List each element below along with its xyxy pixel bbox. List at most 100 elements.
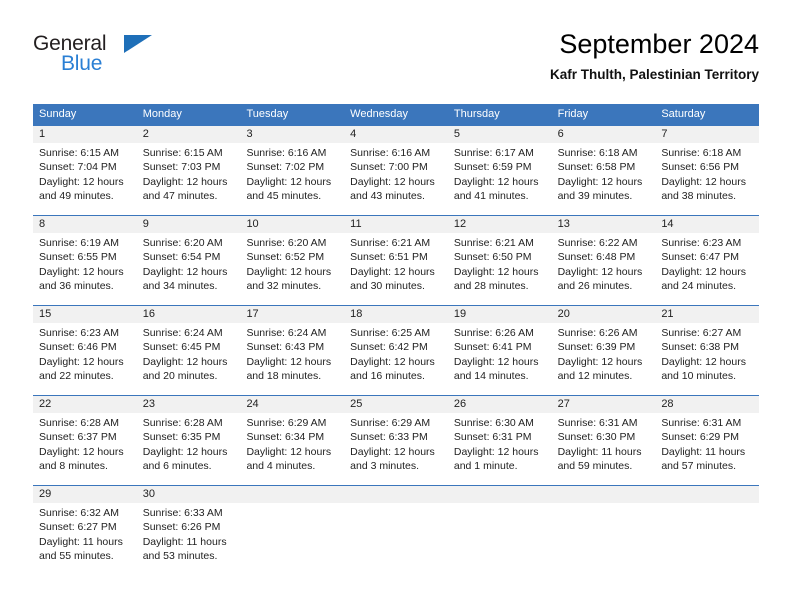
daylight-text: Daylight: 12 hours xyxy=(142,445,228,458)
day-number: 24 xyxy=(246,398,259,410)
sunset-text: Sunset: 6:34 PM xyxy=(246,431,325,444)
day-cell[interactable]: Sunrise: 6:23 AM Sunset: 6:46 PM Dayligh… xyxy=(33,323,137,395)
day-cell[interactable]: Sunrise: 6:26 AM Sunset: 6:39 PM Dayligh… xyxy=(552,323,656,395)
day-cell-empty xyxy=(344,503,448,575)
sunset-text: Sunset: 6:26 PM xyxy=(142,521,221,534)
weekday-header-friday: Friday xyxy=(557,108,589,120)
day-cell-empty xyxy=(240,503,344,575)
sunset-text: Sunset: 6:45 PM xyxy=(142,341,221,354)
sunrise-text: Sunrise: 6:25 AM xyxy=(350,327,431,339)
daylight-text: Daylight: 12 hours xyxy=(39,355,124,368)
day-cell[interactable]: Sunrise: 6:33 AM Sunset: 6:26 PM Dayligh… xyxy=(137,503,241,575)
sunrise-text: Sunrise: 6:28 AM xyxy=(39,417,119,429)
sunset-text: Sunset: 6:52 PM xyxy=(246,251,325,264)
calendar-week-row: 1 2 3 4 5 6 7 Sunrise: 6:15 AM Sunset: 7… xyxy=(33,125,759,215)
day-cell[interactable]: Sunrise: 6:22 AM Sunset: 6:48 PM Dayligh… xyxy=(552,233,656,305)
daylight-text-cont: and 24 minutes. xyxy=(661,279,737,292)
day-cell[interactable]: Sunrise: 6:18 AM Sunset: 6:56 PM Dayligh… xyxy=(655,143,759,215)
week-detail-band: Sunrise: 6:23 AM Sunset: 6:46 PM Dayligh… xyxy=(33,323,759,395)
week-detail-band: Sunrise: 6:28 AM Sunset: 6:37 PM Dayligh… xyxy=(33,413,759,485)
weekday-header-wednesday: Wednesday xyxy=(350,108,409,120)
daylight-text: Daylight: 12 hours xyxy=(142,175,228,188)
daylight-text: Daylight: 12 hours xyxy=(39,265,124,278)
daylight-text-cont: and 57 minutes. xyxy=(661,459,737,472)
day-cell[interactable]: Sunrise: 6:32 AM Sunset: 6:27 PM Dayligh… xyxy=(33,503,137,575)
day-cell[interactable]: Sunrise: 6:31 AM Sunset: 6:29 PM Dayligh… xyxy=(655,413,759,485)
day-cell[interactable]: Sunrise: 6:21 AM Sunset: 6:51 PM Dayligh… xyxy=(344,233,448,305)
day-number: 19 xyxy=(453,308,467,320)
day-cell[interactable]: Sunrise: 6:24 AM Sunset: 6:43 PM Dayligh… xyxy=(240,323,344,395)
day-number: 27 xyxy=(557,398,570,410)
day-number: 13 xyxy=(557,218,570,230)
day-cell[interactable]: Sunrise: 6:27 AM Sunset: 6:38 PM Dayligh… xyxy=(655,323,759,395)
sunset-text: Sunset: 6:29 PM xyxy=(661,431,739,444)
day-number xyxy=(344,486,448,503)
sunset-text: Sunset: 6:38 PM xyxy=(661,341,739,354)
daylight-text-cont: and 49 minutes. xyxy=(39,189,114,202)
sunset-text: Sunset: 6:42 PM xyxy=(350,341,428,354)
general-blue-logo: General Blue xyxy=(33,32,203,82)
daylight-text: Daylight: 11 hours xyxy=(557,445,642,458)
sunrise-text: Sunrise: 6:19 AM xyxy=(39,237,119,249)
week-detail-band: Sunrise: 6:19 AM Sunset: 6:55 PM Dayligh… xyxy=(33,233,759,305)
daylight-text-cont: and 4 minutes. xyxy=(246,459,316,472)
daylight-text: Daylight: 12 hours xyxy=(453,355,539,368)
sunset-text: Sunset: 6:46 PM xyxy=(39,341,117,354)
day-cell[interactable]: Sunrise: 6:19 AM Sunset: 6:55 PM Dayligh… xyxy=(33,233,137,305)
page-title: September 2024 xyxy=(559,29,759,59)
sunrise-text: Sunrise: 6:15 AM xyxy=(39,147,119,159)
day-number: 22 xyxy=(39,398,52,410)
daylight-text-cont: and 32 minutes. xyxy=(246,279,322,292)
day-cell[interactable]: Sunrise: 6:28 AM Sunset: 6:35 PM Dayligh… xyxy=(137,413,241,485)
daylight-text-cont: and 1 minute. xyxy=(453,459,518,472)
daylight-text-cont: and 26 minutes. xyxy=(557,279,633,292)
weekday-header-tuesday: Tuesday xyxy=(246,108,289,120)
day-cell[interactable]: Sunrise: 6:31 AM Sunset: 6:30 PM Dayligh… xyxy=(552,413,656,485)
daylight-text-cont: and 14 minutes. xyxy=(453,369,529,382)
day-number: 9 xyxy=(142,218,149,230)
day-cell[interactable]: Sunrise: 6:24 AM Sunset: 6:45 PM Dayligh… xyxy=(137,323,241,395)
day-cell[interactable]: Sunrise: 6:21 AM Sunset: 6:50 PM Dayligh… xyxy=(448,233,552,305)
day-cell[interactable]: Sunrise: 6:29 AM Sunset: 6:33 PM Dayligh… xyxy=(344,413,448,485)
sunrise-text: Sunrise: 6:22 AM xyxy=(557,237,638,249)
week-detail-band: Sunrise: 6:32 AM Sunset: 6:27 PM Dayligh… xyxy=(33,503,759,575)
sunrise-text: Sunrise: 6:20 AM xyxy=(246,237,327,249)
sunset-text: Sunset: 7:02 PM xyxy=(246,161,325,174)
day-cell[interactable]: Sunrise: 6:15 AM Sunset: 7:04 PM Dayligh… xyxy=(33,143,137,215)
sunset-text: Sunset: 6:37 PM xyxy=(39,431,117,444)
daylight-text: Daylight: 12 hours xyxy=(350,175,435,188)
day-number: 18 xyxy=(350,308,363,320)
day-number xyxy=(655,486,759,503)
day-number: 12 xyxy=(453,218,467,230)
page-header: General Blue September 2024 Kafr Thulth,… xyxy=(33,28,759,98)
day-cell[interactable]: Sunrise: 6:26 AM Sunset: 6:41 PM Dayligh… xyxy=(448,323,552,395)
daylight-text-cont: and 10 minutes. xyxy=(661,369,737,382)
day-number: 21 xyxy=(661,308,674,320)
week-daynumber-band: 15 16 17 18 19 20 21 xyxy=(33,306,759,323)
sunset-text: Sunset: 6:59 PM xyxy=(453,161,532,174)
day-cell[interactable]: Sunrise: 6:20 AM Sunset: 6:54 PM Dayligh… xyxy=(137,233,241,305)
sunrise-text: Sunrise: 6:26 AM xyxy=(453,327,534,339)
sunrise-text: Sunrise: 6:31 AM xyxy=(557,417,638,429)
day-number: 26 xyxy=(453,398,467,410)
day-cell[interactable]: Sunrise: 6:16 AM Sunset: 7:02 PM Dayligh… xyxy=(240,143,344,215)
sunrise-text: Sunrise: 6:26 AM xyxy=(557,327,638,339)
day-cell[interactable]: Sunrise: 6:25 AM Sunset: 6:42 PM Dayligh… xyxy=(344,323,448,395)
day-cell[interactable]: Sunrise: 6:17 AM Sunset: 6:59 PM Dayligh… xyxy=(448,143,552,215)
day-cell[interactable]: Sunrise: 6:18 AM Sunset: 6:58 PM Dayligh… xyxy=(552,143,656,215)
day-number: 17 xyxy=(246,308,259,320)
day-cell[interactable]: Sunrise: 6:16 AM Sunset: 7:00 PM Dayligh… xyxy=(344,143,448,215)
day-cell[interactable]: Sunrise: 6:20 AM Sunset: 6:52 PM Dayligh… xyxy=(240,233,344,305)
day-cell[interactable]: Sunrise: 6:30 AM Sunset: 6:31 PM Dayligh… xyxy=(448,413,552,485)
day-number: 15 xyxy=(39,308,52,320)
sunrise-text: Sunrise: 6:16 AM xyxy=(246,147,327,159)
calendar-grid: Sunday Monday Tuesday Wednesday Thursday… xyxy=(33,104,759,575)
sunrise-text: Sunrise: 6:23 AM xyxy=(39,327,119,339)
day-cell[interactable]: Sunrise: 6:28 AM Sunset: 6:37 PM Dayligh… xyxy=(33,413,137,485)
day-cell[interactable]: Sunrise: 6:23 AM Sunset: 6:47 PM Dayligh… xyxy=(655,233,759,305)
daylight-text: Daylight: 12 hours xyxy=(39,175,124,188)
daylight-text: Daylight: 12 hours xyxy=(350,445,435,458)
day-cell[interactable]: Sunrise: 6:29 AM Sunset: 6:34 PM Dayligh… xyxy=(240,413,344,485)
day-cell[interactable]: Sunrise: 6:15 AM Sunset: 7:03 PM Dayligh… xyxy=(137,143,241,215)
sunset-text: Sunset: 7:00 PM xyxy=(350,161,428,174)
